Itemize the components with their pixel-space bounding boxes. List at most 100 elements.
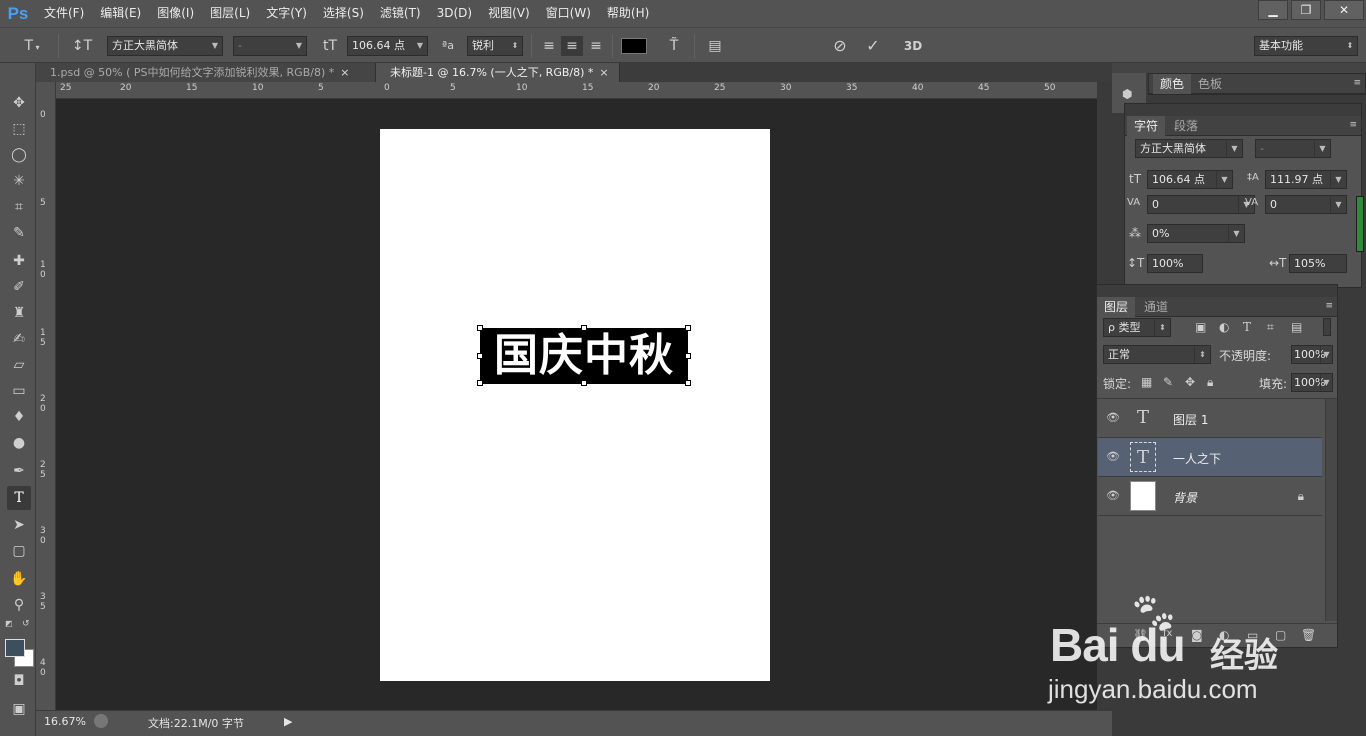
healing-brush-tool-icon[interactable]: ✚ — [7, 249, 31, 273]
filter-pixel-icon[interactable]: ▣ — [1195, 320, 1206, 334]
3d-button[interactable]: 3D — [899, 36, 927, 56]
foreground-color-swatch[interactable] — [5, 639, 25, 657]
magic-wand-tool-icon[interactable]: ✳ — [7, 169, 31, 193]
workspace-select[interactable]: 基本功能 ⬍ — [1254, 36, 1358, 56]
lock-transparent-icon[interactable]: ▦ — [1141, 375, 1152, 389]
layer-row[interactable]: 👁︎ 背景 🔒︎ — [1098, 477, 1322, 516]
char-horizontal-scale-field[interactable]: 105% — [1289, 254, 1347, 273]
layer-row[interactable]: 👁︎ T 一人之下 — [1098, 438, 1322, 477]
menu-image[interactable]: 图像(I) — [149, 0, 202, 27]
tab-close-icon[interactable]: × — [599, 66, 608, 79]
visibility-eye-icon[interactable]: 👁︎ — [1106, 450, 1120, 464]
font-style-select[interactable]: - ▼ — [233, 36, 307, 56]
panel-menu-icon[interactable]: ≡ — [1353, 78, 1361, 88]
align-center-icon[interactable]: ≡ — [561, 36, 583, 56]
3d-panel-icon[interactable]: ⬢ — [1122, 87, 1132, 101]
filter-adjustment-icon[interactable]: ◐ — [1219, 320, 1229, 334]
visibility-eye-icon[interactable]: 👁︎ — [1106, 489, 1120, 503]
crop-tool-icon[interactable]: ⌗ — [7, 195, 31, 219]
transform-handle[interactable] — [581, 380, 587, 386]
anti-alias-select[interactable]: 锐利 ⬍ — [467, 36, 523, 56]
filter-shape-icon[interactable]: ⌗ — [1267, 320, 1274, 335]
panel-scroll-thumb[interactable] — [1356, 196, 1364, 252]
align-right-icon[interactable]: ≡ — [585, 36, 607, 56]
transform-handle[interactable] — [477, 380, 483, 386]
layers-scrollbar[interactable] — [1325, 399, 1337, 621]
visibility-eye-icon[interactable]: 👁︎ — [1106, 411, 1120, 425]
transform-handle[interactable] — [581, 325, 587, 331]
canvas-text-layer[interactable]: 国庆中秋 — [480, 328, 688, 384]
history-brush-tool-icon[interactable]: ✍ — [7, 327, 31, 351]
blur-tool-icon[interactable]: ♦ — [7, 405, 31, 429]
cancel-icon[interactable]: ⊘ — [828, 36, 852, 56]
lasso-tool-icon[interactable]: ◯ — [7, 143, 31, 167]
transform-handle[interactable] — [477, 325, 483, 331]
char-leading-field[interactable]: 111.97 点 ▼ — [1265, 170, 1347, 189]
fill-field[interactable]: 100% ▼ — [1291, 373, 1333, 392]
align-left-icon[interactable]: ≡ — [538, 36, 560, 56]
font-size-select[interactable]: 106.64 点 ▼ — [347, 36, 428, 56]
minimize-button[interactable]: ▁ — [1258, 0, 1288, 20]
transform-handle[interactable] — [685, 380, 691, 386]
lock-all-icon[interactable]: 🔒︎ — [1207, 375, 1213, 390]
lock-image-icon[interactable]: ✎ — [1163, 375, 1173, 389]
clone-stamp-tool-icon[interactable]: ♜ — [7, 301, 31, 325]
pen-tool-icon[interactable]: ✒ — [7, 459, 31, 483]
tab-swatches[interactable]: 色板 — [1191, 74, 1229, 94]
hand-tool-icon[interactable]: ✋ — [7, 567, 31, 591]
transform-handle[interactable] — [477, 353, 483, 359]
document-canvas[interactable] — [380, 129, 770, 681]
path-selection-tool-icon[interactable]: ➤ — [7, 513, 31, 537]
marquee-tool-icon[interactable]: ⬚ — [7, 117, 31, 141]
char-vertical-scale-field[interactable]: 100% — [1147, 254, 1203, 273]
char-font-size-field[interactable]: 106.64 点 ▼ — [1147, 170, 1233, 189]
menu-type[interactable]: 文字(Y) — [258, 0, 315, 27]
tab-close-icon[interactable]: × — [340, 66, 349, 79]
layer-filter-select[interactable]: ρ 类型 ⬍ — [1103, 318, 1171, 337]
swap-colors-icon[interactable]: ↺ — [22, 619, 32, 629]
type-tool-icon[interactable]: T — [7, 486, 31, 510]
gradient-tool-icon[interactable]: ▭ — [7, 379, 31, 403]
blend-mode-select[interactable]: 正常 ⬍ — [1103, 345, 1211, 364]
toggle-orientation-icon[interactable]: ↕T — [70, 36, 94, 56]
char-font-family-select[interactable]: 方正大黑简体 ▼ — [1135, 139, 1243, 158]
zoom-tool-icon[interactable]: ⚲ — [7, 593, 31, 617]
char-tracking-field[interactable]: 0 ▼ — [1265, 195, 1347, 214]
menu-filter[interactable]: 滤镜(T) — [372, 0, 429, 27]
tab-character[interactable]: 字符 — [1127, 116, 1166, 136]
menu-window[interactable]: 窗口(W) — [538, 0, 599, 27]
commit-icon[interactable]: ✓ — [861, 36, 885, 56]
eyedropper-tool-icon[interactable]: ✎ — [7, 221, 31, 245]
tab-paragraph[interactable]: 段落 — [1167, 116, 1205, 136]
filter-toggle[interactable] — [1323, 318, 1331, 336]
panel-menu-icon[interactable]: ≡ — [1349, 120, 1357, 130]
dodge-tool-icon[interactable]: ● — [7, 431, 31, 455]
lock-position-icon[interactable]: ✥ — [1185, 375, 1195, 389]
tab-color[interactable]: 颜色 — [1153, 74, 1192, 94]
tab-layers[interactable]: 图层 — [1097, 297, 1136, 317]
menu-file[interactable]: 文件(F) — [36, 0, 92, 27]
screen-mode-icon[interactable]: ▣ — [7, 697, 31, 721]
filter-smart-object-icon[interactable]: ▤ — [1291, 320, 1302, 334]
menu-select[interactable]: 选择(S) — [315, 0, 372, 27]
status-menu-arrow-icon[interactable]: ▶ — [284, 715, 292, 728]
type-tool-preset-icon[interactable]: T ▾ — [18, 36, 46, 56]
menu-layer[interactable]: 图层(L) — [202, 0, 258, 27]
warp-text-icon[interactable]: T̃ — [662, 36, 686, 56]
char-font-style-select[interactable]: - ▼ — [1255, 139, 1331, 158]
eraser-tool-icon[interactable]: ▱ — [7, 353, 31, 377]
transform-handle[interactable] — [685, 325, 691, 331]
menu-edit[interactable]: 编辑(E) — [92, 0, 149, 27]
status-info-icon[interactable] — [94, 714, 108, 728]
brush-tool-icon[interactable]: ✐ — [7, 275, 31, 299]
close-button[interactable]: ✕ — [1324, 0, 1364, 20]
shape-tool-icon[interactable]: ▢ — [7, 539, 31, 563]
tab-1psd[interactable]: 1.psd @ 50% ( PS中如何给文字添加锐利效果, RGB/8) * × — [36, 63, 376, 82]
tab-channels[interactable]: 通道 — [1137, 297, 1175, 317]
font-family-select[interactable]: 方正大黑简体 ▼ — [107, 36, 223, 56]
move-tool-icon[interactable]: ✥ — [7, 91, 31, 115]
tab-untitled-1[interactable]: 未标题-1 @ 16.7% (一人之下, RGB/8) * × — [376, 63, 620, 82]
char-scale-field[interactable]: 0% ▼ — [1147, 224, 1245, 243]
char-kerning-field[interactable]: 0 ▼ — [1147, 195, 1255, 214]
menu-view[interactable]: 视图(V) — [480, 0, 538, 27]
